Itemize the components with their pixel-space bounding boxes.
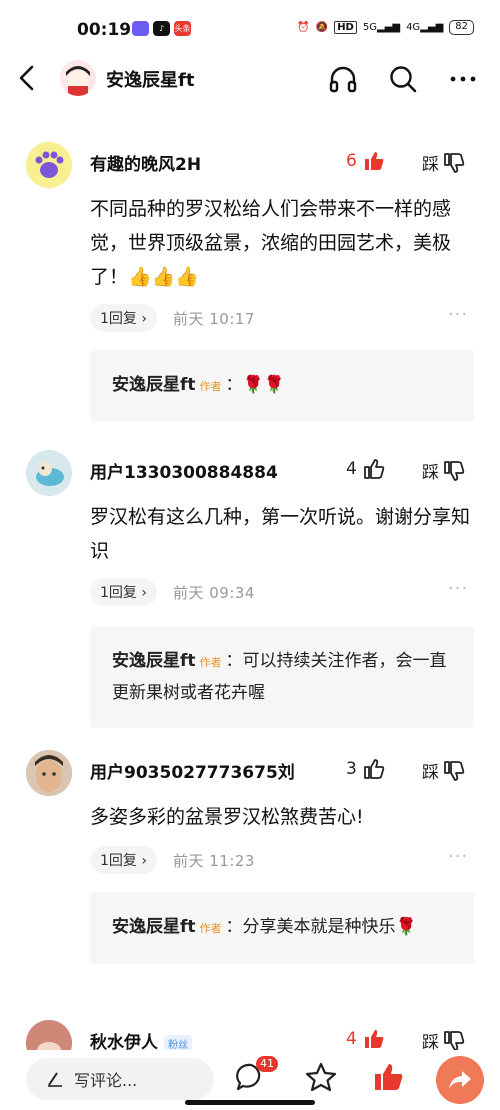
comment-time: 前天 11:23 bbox=[172, 851, 255, 870]
reply-preview[interactable]: 安逸辰星ft 作者 ：可以持续关注作者，会一直更新果树或者花卉喔 bbox=[90, 626, 474, 728]
reply-preview[interactable]: 安逸辰星ft 作者 ：🌹🌹 bbox=[90, 350, 474, 422]
thumbs-down-icon bbox=[444, 152, 465, 173]
thumbs-up-filled-icon bbox=[364, 152, 384, 170]
home-indicator[interactable] bbox=[185, 1100, 315, 1105]
commenter-avatar[interactable] bbox=[26, 450, 72, 496]
mute-icon: 🔕 bbox=[315, 22, 329, 33]
commenter-name[interactable]: 用户1330300884884 bbox=[90, 458, 278, 483]
like-button[interactable]: 6 bbox=[346, 150, 385, 172]
comment-text: 多姿多彩的盆景罗汉松煞费苦心! bbox=[90, 806, 364, 828]
fan-badge: 粉丝 bbox=[164, 1034, 192, 1052]
comment-time: 前天 10:17 bbox=[172, 309, 255, 328]
reply-author-name[interactable]: 安逸辰星ft bbox=[112, 375, 196, 395]
back-arrow-icon[interactable] bbox=[16, 64, 40, 92]
tiktok-icon: ♪ bbox=[153, 21, 170, 36]
comment-meta: 1回复 › 前天 10:17 bbox=[90, 304, 255, 332]
comment-more-icon[interactable]: ··· bbox=[448, 578, 468, 599]
write-comment-placeholder: 写评论... bbox=[74, 1071, 138, 1090]
share-button[interactable] bbox=[436, 1056, 484, 1104]
status-app-icons: ♪ 头条 bbox=[132, 21, 191, 36]
author-tag: 作者 bbox=[199, 922, 222, 935]
app-icon bbox=[132, 21, 149, 36]
comment-meta: 1回复 › 前天 11:23 bbox=[90, 846, 255, 874]
dislike-label: 踩 bbox=[422, 155, 439, 175]
search-icon[interactable] bbox=[388, 64, 418, 94]
reply-count-button[interactable]: 1回复 › bbox=[90, 846, 157, 874]
dislike-button[interactable]: 踩 bbox=[422, 150, 465, 175]
comment-text: 罗汉松有这么几种，第一次听说。谢谢分享知识 bbox=[90, 506, 471, 562]
comment-count-badge: 41 bbox=[256, 1056, 278, 1072]
like-button[interactable]: 3 bbox=[346, 758, 385, 780]
status-time: 00:19 bbox=[77, 20, 132, 40]
reply-count-button[interactable]: 1回复 › bbox=[90, 304, 157, 332]
more-icon[interactable] bbox=[448, 64, 478, 94]
thumbs-down-icon bbox=[444, 460, 465, 481]
status-indicators: ⏰ 🔕 HD 5G▂▄▆ 4G▂▄▆ 82 bbox=[297, 20, 474, 35]
hd-icon: HD bbox=[334, 21, 357, 34]
commenter-avatar[interactable] bbox=[26, 750, 72, 796]
like-count: 4 bbox=[346, 1029, 357, 1049]
like-count: 4 bbox=[346, 459, 357, 479]
star-icon[interactable] bbox=[304, 1060, 338, 1094]
comment-meta: 1回复 › 前天 09:34 bbox=[90, 578, 255, 606]
reply-author-name[interactable]: 安逸辰星ft bbox=[112, 917, 196, 937]
comment-more-icon[interactable]: ··· bbox=[448, 304, 468, 325]
share-arrow-icon bbox=[449, 1071, 471, 1089]
comment-more-icon[interactable]: ··· bbox=[448, 846, 468, 867]
reply-count-button[interactable]: 1回复 › bbox=[90, 578, 157, 606]
like-count: 6 bbox=[346, 151, 357, 171]
thumbs-down-icon bbox=[444, 760, 465, 781]
thumbs-up-filled-icon bbox=[364, 1030, 384, 1048]
commenter-name[interactable]: 有趣的晚风2H bbox=[90, 150, 201, 175]
thumbs-down-icon bbox=[444, 1030, 465, 1051]
author-tag: 作者 bbox=[199, 380, 222, 393]
thumbs-up-icon bbox=[363, 459, 385, 479]
author-tag: 作者 bbox=[199, 656, 222, 669]
top-nav-bar: 安逸辰星ft bbox=[0, 52, 500, 104]
thumbs-up-icon bbox=[363, 759, 385, 779]
commenter-avatar[interactable] bbox=[26, 142, 72, 188]
comment-time: 前天 09:34 bbox=[172, 583, 255, 602]
dislike-button[interactable]: 踩 bbox=[422, 758, 465, 783]
toutiao-icon: 头条 bbox=[174, 21, 191, 36]
author-avatar[interactable] bbox=[60, 60, 96, 96]
reply-author-name[interactable]: 安逸辰星ft bbox=[112, 651, 196, 671]
reply-text: ：分享美本就是种快乐🌹 bbox=[225, 917, 417, 937]
reply-text: ：🌹🌹 bbox=[225, 375, 285, 395]
headphones-icon[interactable] bbox=[328, 64, 358, 94]
signal-4g-icon: 4G▂▄▆ bbox=[406, 22, 444, 33]
status-bar: 00:19 ♪ 头条 ⏰ 🔕 HD 5G▂▄▆ 4G▂▄▆ 82 bbox=[0, 0, 500, 50]
thumbs-up-filled-icon[interactable] bbox=[372, 1060, 406, 1094]
signal-5g-icon: 5G▂▄▆ bbox=[362, 22, 401, 33]
like-button[interactable]: 4 bbox=[346, 458, 385, 480]
reply-preview[interactable]: 安逸辰星ft 作者 ：分享美本就是种快乐🌹 bbox=[90, 892, 474, 964]
like-count: 3 bbox=[346, 759, 357, 779]
author-name[interactable]: 安逸辰星ft bbox=[106, 66, 194, 92]
comment-text: 不同品种的罗汉松给人们会带来不一样的感觉，世界顶级盆景，浓缩的田园艺术，美极了！… bbox=[90, 198, 452, 288]
alarm-icon: ⏰ bbox=[297, 22, 310, 33]
dislike-label: 踩 bbox=[422, 463, 439, 483]
commenter-name[interactable]: 用户9035027773675刘 bbox=[90, 758, 295, 783]
dislike-button[interactable]: 踩 bbox=[422, 458, 465, 483]
pen-icon bbox=[48, 1072, 62, 1087]
dislike-label: 踩 bbox=[422, 763, 439, 783]
battery-icon: 82 bbox=[449, 20, 474, 35]
write-comment-input[interactable]: 写评论... bbox=[26, 1058, 214, 1100]
like-button[interactable]: 4 bbox=[346, 1028, 385, 1050]
